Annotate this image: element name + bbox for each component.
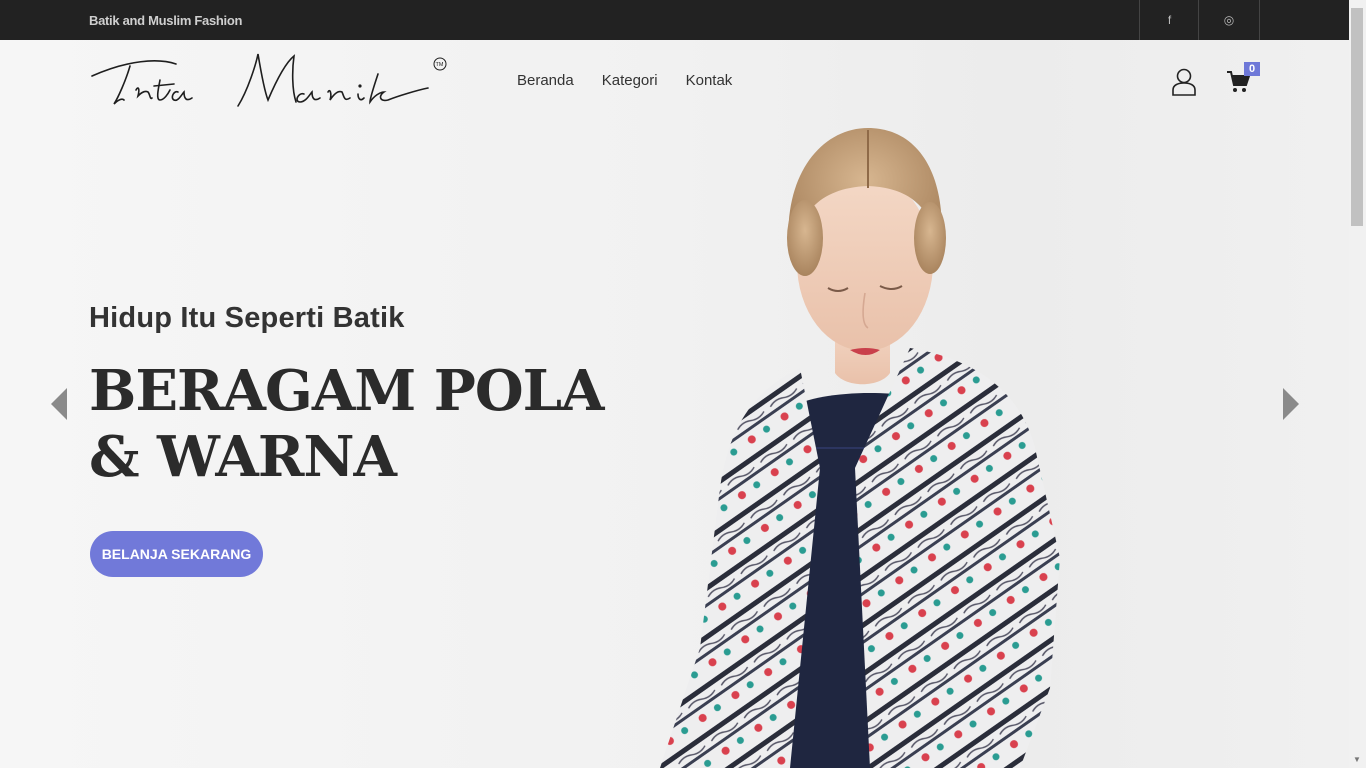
slider-next-arrow-icon[interactable] xyxy=(1282,388,1300,420)
brand-logo[interactable]: TM xyxy=(88,50,450,116)
instagram-icon[interactable]: ◎ xyxy=(1198,0,1260,40)
facebook-icon[interactable]: f xyxy=(1139,0,1199,40)
main-nav: Beranda Kategori Kontak xyxy=(517,72,732,89)
scrollbar-thumb[interactable] xyxy=(1351,8,1363,226)
tagline: Batik and Muslim Fashion xyxy=(89,13,243,28)
page-scrollbar[interactable]: ▼ xyxy=(1349,0,1366,768)
nav-item-kategori[interactable]: Kategori xyxy=(602,72,658,89)
hero-headline: BERAGAM POLA & WARNA xyxy=(89,358,649,490)
hero-slider: TM Beranda Kategori Kontak 0 Hidup Itu S… xyxy=(0,40,1349,768)
shop-now-button[interactable]: BELANJA SEKARANG xyxy=(90,531,263,577)
hero-model-image xyxy=(660,128,1060,768)
hero-headline-line1: BERAGAM POLA xyxy=(89,358,604,424)
top-bar: Batik and Muslim Fashion f ◎ xyxy=(0,0,1349,40)
slider-prev-arrow-icon[interactable] xyxy=(50,388,68,420)
trademark-mark: TM xyxy=(436,62,444,68)
user-account-icon[interactable] xyxy=(1171,68,1197,96)
nav-item-kontak[interactable]: Kontak xyxy=(686,72,733,89)
hero-subtitle: Hidup Itu Seperti Batik xyxy=(89,302,405,334)
scroll-down-arrow-icon[interactable]: ▼ xyxy=(1353,755,1361,764)
nav-item-beranda[interactable]: Beranda xyxy=(517,72,574,89)
cart-count-badge: 0 xyxy=(1244,62,1260,76)
hero-headline-line2: & WARNA xyxy=(89,424,397,490)
